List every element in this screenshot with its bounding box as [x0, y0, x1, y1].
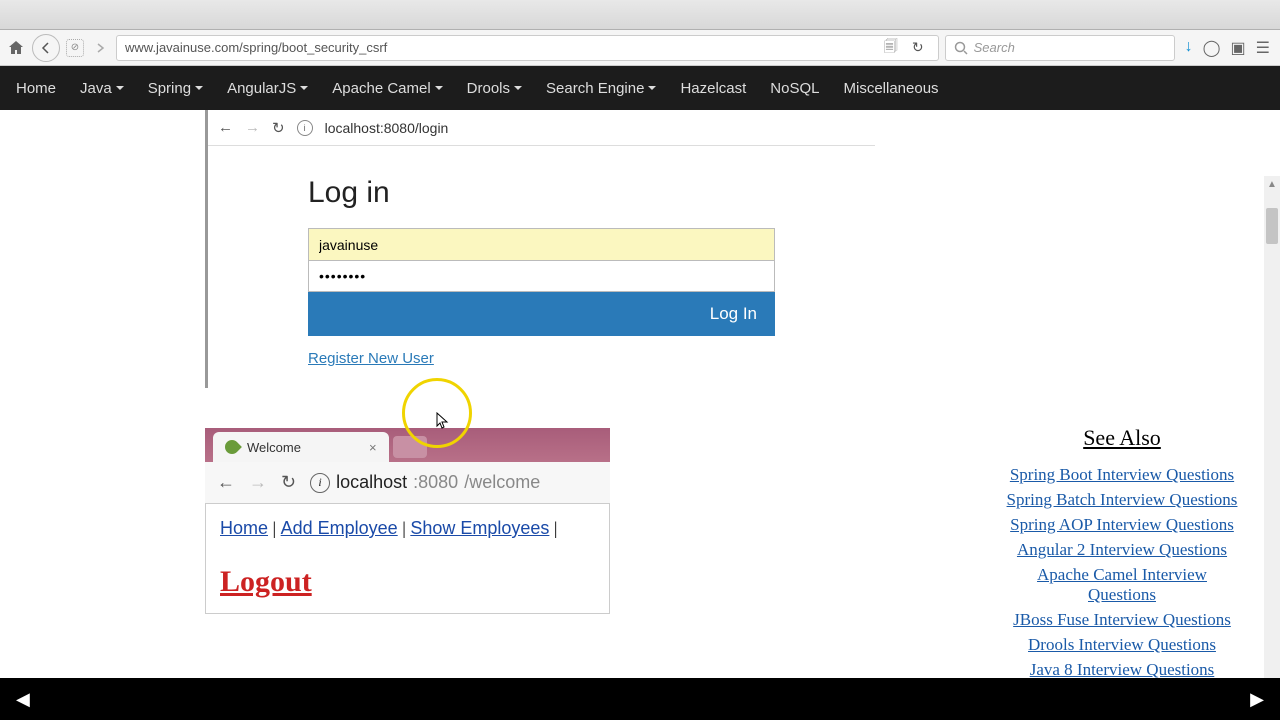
nav-apachecamel[interactable]: Apache Camel — [332, 80, 442, 97]
register-link[interactable]: Register New User — [308, 350, 434, 367]
side-link[interactable]: JBoss Fuse Interview Questions — [1002, 610, 1242, 630]
chat-icon[interactable]: ◯ — [1203, 38, 1221, 58]
reload-icon: ↻ — [272, 119, 285, 137]
menu-icon[interactable]: ☰ — [1256, 38, 1270, 58]
forward-icon: → — [249, 472, 267, 493]
home-icon[interactable] — [6, 38, 26, 58]
info-icon: i — [297, 120, 313, 136]
nav-drools[interactable]: Drools — [467, 80, 522, 97]
url-bar[interactable]: www.javainuse.com/spring/boot_security_c… — [116, 35, 939, 61]
scroll-up-icon[interactable]: ▲ — [1264, 176, 1280, 192]
caret-icon — [648, 86, 656, 90]
library-icon[interactable]: ▣ — [1231, 38, 1246, 58]
side-link[interactable]: Drools Interview Questions — [1002, 635, 1242, 655]
nav-nosql[interactable]: NoSQL — [770, 80, 819, 97]
nav-searchengine[interactable]: Search Engine — [546, 80, 656, 97]
security-icon[interactable]: ⊘ — [66, 39, 84, 57]
side-link[interactable]: Java 8 Interview Questions — [1002, 660, 1242, 680]
nav-spring[interactable]: Spring — [148, 80, 203, 97]
site-navbar: Home Java Spring AngularJS Apache Camel … — [0, 66, 1280, 110]
new-tab-button — [393, 436, 427, 458]
reader-mode-icon[interactable]: 🗐 — [884, 36, 904, 60]
username-input[interactable] — [308, 228, 775, 260]
side-link[interactable]: Spring Batch Interview Questions — [1002, 490, 1242, 510]
login-url: localhost:8080/login — [325, 120, 449, 136]
nav-hazelcast[interactable]: Hazelcast — [680, 80, 746, 97]
caret-icon — [300, 86, 308, 90]
caret-icon — [514, 86, 522, 90]
welcome-tab-strip: Welcome × — [205, 428, 610, 462]
search-icon — [954, 41, 968, 55]
reload-icon[interactable]: ↻ — [912, 39, 924, 56]
scroll-thumb[interactable] — [1266, 208, 1278, 244]
back-button[interactable] — [32, 34, 60, 62]
welcome-link-show[interactable]: Show Employees — [410, 518, 549, 538]
sidebar: See Also Spring Boot Interview Questions… — [1002, 425, 1242, 720]
browser-tab-strip — [0, 0, 1280, 30]
url-port: :8080 — [413, 472, 458, 493]
reload-icon: ↻ — [281, 472, 296, 493]
nav-java[interactable]: Java — [80, 80, 124, 97]
side-link[interactable]: Spring AOP Interview Questions — [1002, 515, 1242, 535]
welcome-tab: Welcome × — [213, 432, 389, 462]
password-input[interactable] — [308, 260, 775, 292]
welcome-screenshot: Welcome × ← → ↻ i localhost :8080/welcome… — [205, 428, 610, 614]
nav-home[interactable]: Home — [16, 80, 56, 97]
forward-icon: → — [245, 119, 260, 136]
login-browser-chrome: ← → ↻ i localhost:8080/login — [208, 110, 875, 146]
login-button[interactable]: Log In — [308, 292, 775, 336]
login-screenshot: ← → ↻ i localhost:8080/login Log in Log … — [205, 110, 875, 388]
forward-button[interactable] — [90, 38, 110, 58]
nav-angularjs[interactable]: AngularJS — [227, 80, 308, 97]
welcome-browser-chrome: ← → ↻ i localhost :8080/welcome — [205, 462, 610, 504]
search-placeholder: Search — [974, 40, 1015, 55]
welcome-nav-links: Home | Add Employee | Show Employees | — [220, 518, 595, 539]
downloads-icon[interactable]: ↓ — [1185, 38, 1193, 58]
back-icon: ← — [218, 119, 233, 136]
login-title: Log in — [308, 176, 775, 210]
welcome-link-home[interactable]: Home — [220, 518, 268, 538]
video-control-bar: ◀ ▶ — [0, 678, 1280, 720]
back-icon: ← — [217, 472, 235, 493]
welcome-link-add[interactable]: Add Employee — [281, 518, 398, 538]
page-content: ← → ↻ i localhost:8080/login Log in Log … — [0, 110, 1280, 720]
search-bar[interactable]: Search — [945, 35, 1175, 61]
caret-icon — [435, 86, 443, 90]
nav-misc[interactable]: Miscellaneous — [844, 80, 939, 97]
browser-toolbar: ⊘ www.javainuse.com/spring/boot_security… — [0, 30, 1280, 66]
close-icon: × — [369, 440, 377, 455]
side-link[interactable]: Spring Boot Interview Questions — [1002, 465, 1242, 485]
prev-icon[interactable]: ◀ — [16, 689, 30, 710]
url-text: www.javainuse.com/spring/boot_security_c… — [125, 40, 387, 55]
scrollbar[interactable]: ▲ ▼ — [1264, 176, 1280, 720]
side-link[interactable]: Apache Camel Interview Questions — [1002, 565, 1242, 605]
url-host: localhost — [336, 472, 407, 493]
caret-icon — [116, 86, 124, 90]
url-path: /welcome — [464, 472, 540, 493]
logout-link[interactable]: Logout — [220, 565, 312, 599]
side-link[interactable]: Angular 2 Interview Questions — [1002, 540, 1242, 560]
next-icon[interactable]: ▶ — [1250, 689, 1264, 710]
see-also-heading: See Also — [1002, 425, 1242, 451]
caret-icon — [195, 86, 203, 90]
info-icon: i — [310, 473, 330, 493]
leaf-icon — [222, 437, 242, 457]
welcome-tab-title: Welcome — [247, 440, 301, 455]
